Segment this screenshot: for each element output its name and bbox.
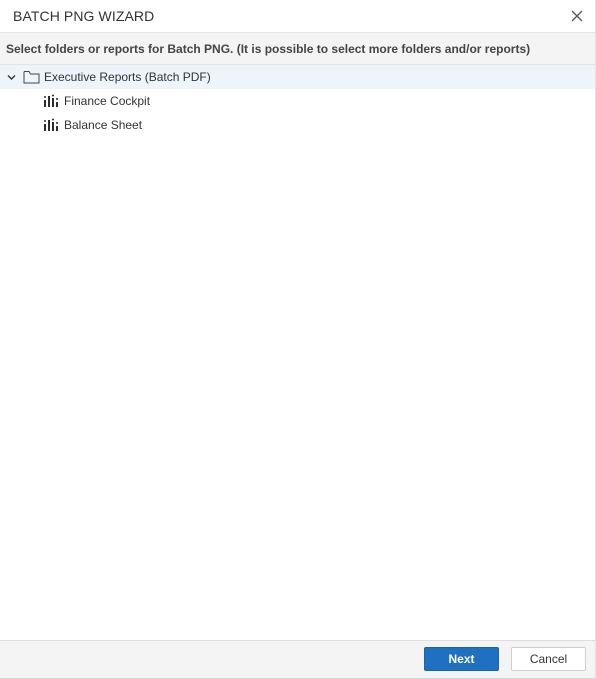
instructions-text: Select folders or reports for Batch PNG.… <box>6 42 531 56</box>
tree-report-label: Finance Cockpit <box>64 94 151 108</box>
tree-report-row[interactable]: Finance Cockpit <box>0 89 595 113</box>
tree-report-row[interactable]: Balance Sheet <box>0 113 595 137</box>
close-icon[interactable] <box>569 8 585 24</box>
folder-icon <box>23 71 40 84</box>
dialog-title: BATCH PNG WIZARD <box>13 8 155 24</box>
tree-report-label: Balance Sheet <box>64 118 143 132</box>
report-chart-icon <box>44 118 58 131</box>
chevron-down-icon[interactable] <box>6 72 17 83</box>
report-tree: Executive Reports (Batch PDF) Finance Co… <box>0 65 595 137</box>
dialog-titlebar: BATCH PNG WIZARD <box>0 0 595 32</box>
report-chart-icon <box>44 94 58 107</box>
cancel-button[interactable]: Cancel <box>511 647 586 671</box>
tree-folder-label: Executive Reports (Batch PDF) <box>44 70 211 84</box>
dialog-footer: Next Cancel <box>0 640 595 678</box>
batch-png-wizard-dialog: BATCH PNG WIZARD Select folders or repor… <box>0 0 596 679</box>
next-button[interactable]: Next <box>424 647 499 671</box>
tree-folder-row[interactable]: Executive Reports (Batch PDF) <box>0 65 595 89</box>
instructions-bar: Select folders or reports for Batch PNG.… <box>0 32 595 65</box>
